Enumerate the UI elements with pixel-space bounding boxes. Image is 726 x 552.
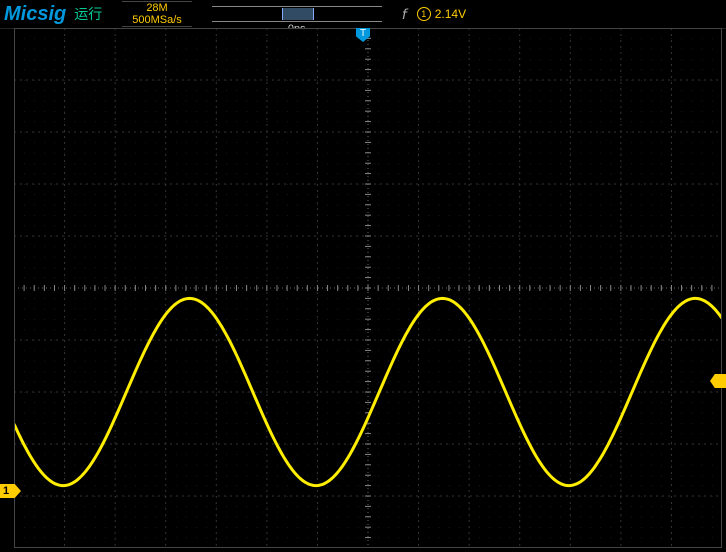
brand-logo: Micsig [4, 3, 66, 26]
trigger-level-value: 2.14V [435, 7, 466, 21]
run-status[interactable]: 运行 [74, 4, 102, 24]
scope-svg [14, 28, 722, 548]
trigger-time-marker[interactable]: T [356, 28, 370, 42]
trigger-channel-badge: 1 [417, 7, 431, 21]
trigger-level-readout[interactable]: 1 2.14V [417, 7, 466, 21]
top-toolbar: Micsig 运行 28M 500MSa/s 0ps 𝘧 1 2.14V [0, 0, 726, 29]
waveform-display[interactable] [14, 28, 722, 548]
sample-rate: 500MSa/s [132, 14, 182, 26]
memory-position-bar[interactable]: 0ps [212, 6, 382, 22]
memory-window-indicator [282, 8, 314, 20]
acquisition-info[interactable]: 28M 500MSa/s [122, 1, 192, 27]
trigger-edge-icon[interactable]: 𝘧 [402, 6, 407, 23]
memory-depth: 28M [146, 2, 167, 14]
